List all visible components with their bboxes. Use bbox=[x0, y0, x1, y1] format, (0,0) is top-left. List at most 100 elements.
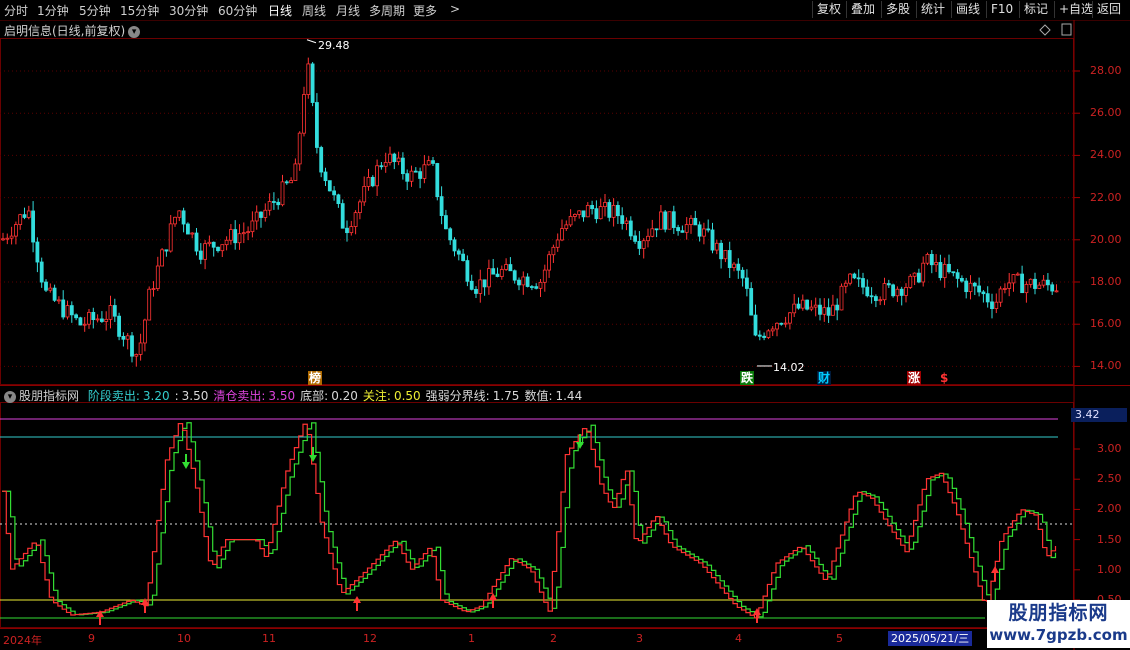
candle-body bbox=[594, 208, 599, 220]
candle-body bbox=[689, 217, 693, 225]
candle-body bbox=[396, 157, 401, 163]
candle-body bbox=[727, 250, 732, 268]
candle-body bbox=[491, 268, 496, 275]
candle-body bbox=[947, 263, 951, 273]
candle-body bbox=[611, 205, 616, 218]
candle-body bbox=[439, 196, 444, 217]
candle-body bbox=[788, 312, 792, 324]
candle-body bbox=[117, 315, 121, 337]
candle-body bbox=[934, 262, 938, 266]
candle-body bbox=[173, 216, 177, 225]
date-tick: 2024年 bbox=[3, 634, 42, 647]
candle-body bbox=[800, 299, 805, 309]
candle-body bbox=[762, 335, 766, 338]
candle-body bbox=[405, 173, 410, 182]
indicator-label: 强弱分界线: bbox=[425, 389, 490, 403]
price-tick: 18.00 bbox=[1090, 275, 1122, 288]
candle-body bbox=[426, 160, 431, 166]
candle-body bbox=[659, 211, 663, 230]
watermark-title: 股朋指标网 bbox=[1008, 602, 1109, 624]
candle-body bbox=[551, 246, 556, 256]
candle-body bbox=[912, 272, 917, 277]
candle-body bbox=[237, 233, 242, 244]
high-pointer bbox=[306, 39, 317, 44]
candle-body bbox=[899, 288, 904, 296]
candle-body bbox=[259, 211, 263, 218]
candle-body bbox=[843, 282, 848, 287]
event-tag[interactable]: $ bbox=[939, 371, 949, 385]
candle-body bbox=[57, 299, 61, 302]
candle-body bbox=[5, 237, 10, 240]
candle-body bbox=[177, 210, 182, 218]
candle-body bbox=[134, 354, 139, 357]
candle-body bbox=[39, 261, 44, 283]
candle-body bbox=[525, 276, 530, 287]
candle-body bbox=[74, 314, 78, 319]
candle-body bbox=[581, 210, 586, 218]
candle-body bbox=[13, 224, 18, 237]
candle-body bbox=[693, 217, 698, 226]
candle-body bbox=[1011, 274, 1016, 284]
indicator-tick: 1.00 bbox=[1097, 562, 1122, 576]
candle-body bbox=[697, 224, 702, 237]
candle-body bbox=[994, 301, 999, 310]
candle-body bbox=[560, 228, 564, 241]
candle-body bbox=[336, 194, 341, 204]
candle-body bbox=[779, 322, 784, 325]
candle-body bbox=[620, 215, 625, 224]
candle-body bbox=[211, 241, 216, 248]
candle-body bbox=[319, 147, 324, 173]
candle-body bbox=[719, 242, 723, 260]
candle-body bbox=[792, 303, 797, 314]
collapse-icon[interactable]: ▾ bbox=[4, 390, 16, 403]
candle-body bbox=[968, 282, 973, 293]
candle-body bbox=[796, 303, 801, 309]
event-tag[interactable]: 涨 bbox=[907, 371, 922, 385]
candle-body bbox=[770, 328, 775, 332]
candle-body bbox=[478, 279, 483, 294]
candle-body bbox=[891, 284, 895, 297]
candle-body bbox=[452, 239, 457, 252]
candle-body bbox=[577, 210, 582, 215]
candle-body bbox=[680, 230, 685, 233]
candle-body bbox=[302, 94, 306, 134]
candle-body bbox=[392, 153, 397, 163]
candle-body bbox=[1037, 284, 1042, 289]
candle-body bbox=[168, 223, 173, 252]
candle-body bbox=[542, 269, 547, 283]
candle-body bbox=[246, 231, 251, 234]
high-price-label: 29.48 bbox=[318, 39, 350, 52]
indicator-label: : bbox=[174, 389, 179, 403]
candle-body bbox=[749, 288, 754, 316]
candle-body bbox=[633, 235, 637, 242]
candle-body bbox=[1003, 288, 1007, 290]
date-tick: 4 bbox=[735, 632, 742, 645]
candle-body bbox=[112, 305, 117, 317]
candle-body bbox=[22, 214, 27, 218]
candle-body bbox=[190, 232, 195, 235]
candle-body bbox=[78, 317, 83, 326]
event-tag[interactable]: 跌 bbox=[740, 371, 755, 385]
candle-body bbox=[646, 235, 650, 242]
event-tag[interactable]: 榜 bbox=[308, 371, 323, 385]
candle-body bbox=[848, 273, 852, 284]
date-tick: 3 bbox=[636, 632, 643, 645]
candle-body bbox=[228, 229, 233, 241]
crosshair-date: 2025/05/21/三 bbox=[888, 631, 973, 646]
candle-body bbox=[865, 286, 870, 297]
candle-body bbox=[203, 243, 208, 260]
kline-chart[interactable] bbox=[0, 0, 1130, 650]
candle-body bbox=[125, 335, 130, 340]
candle-body bbox=[874, 296, 878, 301]
candle-body bbox=[375, 165, 380, 187]
candle-body bbox=[960, 278, 964, 282]
candle-body bbox=[469, 280, 474, 290]
indicator-label: 阶段卖出: bbox=[87, 389, 140, 403]
candle-body bbox=[379, 165, 384, 168]
candle-body bbox=[654, 228, 659, 231]
candle-body bbox=[400, 157, 405, 175]
indicator-tick: 2.00 bbox=[1097, 502, 1122, 516]
candle-body bbox=[181, 210, 186, 225]
event-tag[interactable]: 财 bbox=[817, 371, 832, 385]
candle-body bbox=[805, 299, 809, 310]
